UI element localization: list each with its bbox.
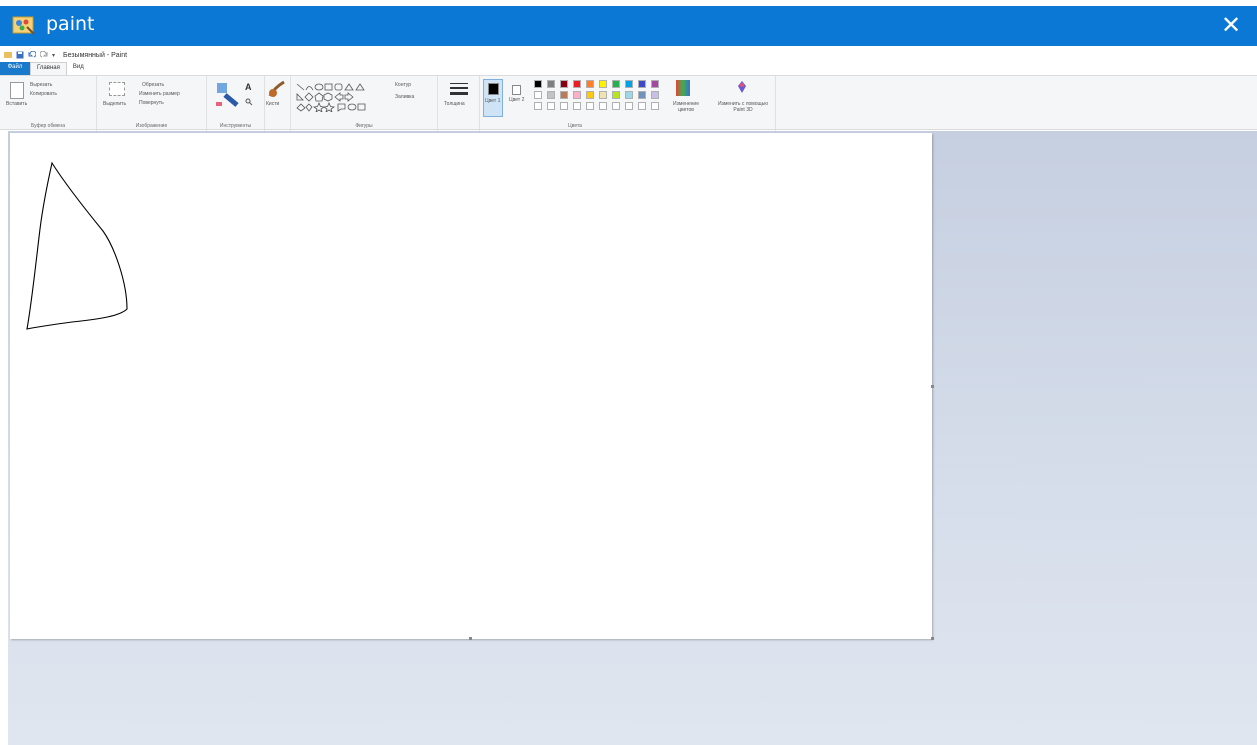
custom-palette-swatch[interactable] xyxy=(625,102,633,110)
clipboard-group: Вставить Вырезать Копировать Буфер обмен… xyxy=(0,76,97,131)
colors-group: Цвет 1 Цвет 2 Изменение цветов Изменить … xyxy=(480,76,776,131)
text-tool-icon[interactable]: A xyxy=(245,82,252,92)
canvas-resize-handle-right[interactable] xyxy=(931,385,934,388)
shapes-group: Контур Заливка Фигуры xyxy=(291,76,438,131)
save-icon[interactable] xyxy=(16,51,24,59)
tools-group: A Инструменты xyxy=(207,76,265,131)
color-palette xyxy=(534,80,668,116)
tools-group-label: Инструменты xyxy=(219,123,252,129)
paint3d-button[interactable]: Изменить с помощью Paint 3D xyxy=(713,101,773,113)
custom-palette-swatch[interactable] xyxy=(612,102,620,110)
palette-swatch[interactable] xyxy=(638,91,646,99)
image-group: Выделить Обрезать Изменить размер Поверн… xyxy=(97,76,207,131)
canvas-resize-handle-corner[interactable] xyxy=(931,637,934,640)
copy-button[interactable]: Копировать xyxy=(30,91,57,97)
select-button[interactable]: Выделить xyxy=(103,101,126,107)
window-title: paint xyxy=(46,13,95,35)
color2-label: Цвет 2 xyxy=(509,97,525,103)
tab-view[interactable]: Вид xyxy=(67,62,90,75)
brushes-group: Кисти xyxy=(265,76,291,131)
palette-swatch[interactable] xyxy=(612,80,620,88)
palette-swatch[interactable] xyxy=(560,91,568,99)
paint-app-icon xyxy=(12,16,35,35)
color2-button[interactable]: Цвет 2 xyxy=(508,79,528,117)
undo-icon[interactable] xyxy=(28,51,36,59)
colors-group-label: Цвета xyxy=(568,123,582,129)
palette-swatch[interactable] xyxy=(625,80,633,88)
tab-home[interactable]: Главная xyxy=(30,62,67,75)
resize-button[interactable]: Изменить размер xyxy=(139,91,180,97)
redo-icon[interactable] xyxy=(40,51,48,59)
rotate-button[interactable]: Повернуть xyxy=(139,100,164,106)
shapes-gallery[interactable] xyxy=(295,82,387,112)
size-group: Толщина xyxy=(438,76,480,131)
palette-swatch[interactable] xyxy=(534,91,542,99)
quick-access-toolbar: ▾ Безымянный - Paint xyxy=(4,48,604,62)
color1-label: Цвет 1 xyxy=(485,98,501,104)
paste-button[interactable]: Вставить xyxy=(6,101,27,107)
custom-palette-swatch[interactable] xyxy=(547,102,555,110)
document-title: Безымянный - Paint xyxy=(63,51,128,59)
canvas-drawing xyxy=(26,161,128,330)
palette-swatch[interactable] xyxy=(651,91,659,99)
color1-button[interactable]: Цвет 1 xyxy=(483,79,503,117)
ribbon-tabs: Файл Главная Вид xyxy=(0,62,1257,75)
paint-window: paint ✕ ▾ Безымянный - Paint Файл Главна… xyxy=(0,0,1257,745)
select-icon[interactable] xyxy=(109,82,125,96)
custom-palette-swatch[interactable] xyxy=(534,102,542,110)
brush-icon[interactable] xyxy=(268,80,288,98)
shapes-group-label: Фигуры xyxy=(355,123,373,129)
crop-button[interactable]: Обрезать xyxy=(142,82,164,88)
custom-palette-swatch[interactable] xyxy=(638,102,646,110)
tab-file[interactable]: Файл xyxy=(0,62,30,75)
palette-swatch[interactable] xyxy=(547,80,555,88)
eraser-icon[interactable] xyxy=(215,100,223,108)
paint-small-icon xyxy=(4,52,12,58)
palette-swatch[interactable] xyxy=(651,80,659,88)
size-button[interactable]: Толщина xyxy=(444,101,465,107)
image-group-label: Изображение xyxy=(135,123,168,129)
line-size-icon[interactable] xyxy=(450,82,468,96)
drawing-canvas[interactable] xyxy=(10,133,932,639)
canvas-resize-handle-bottom[interactable] xyxy=(469,637,472,640)
qat-customize-icon[interactable]: ▾ xyxy=(52,52,55,59)
edit-colors-icon[interactable] xyxy=(676,80,690,96)
hand-drawn-stroke xyxy=(26,161,128,330)
cut-button[interactable]: Вырезать xyxy=(30,82,52,88)
custom-palette-swatch[interactable] xyxy=(560,102,568,110)
palette-swatch[interactable] xyxy=(534,80,542,88)
brushes-button[interactable]: Кисти xyxy=(266,101,279,107)
window-left-edge xyxy=(0,131,8,745)
palette-swatch[interactable] xyxy=(573,91,581,99)
palette-swatch[interactable] xyxy=(625,91,633,99)
title-bar: paint ✕ xyxy=(0,6,1257,46)
color2-swatch xyxy=(512,85,521,95)
paint3d-icon[interactable] xyxy=(736,80,748,94)
edit-colors-button[interactable]: Изменение цветов xyxy=(666,101,706,113)
custom-palette-swatch[interactable] xyxy=(586,102,594,110)
paste-icon[interactable] xyxy=(10,82,24,99)
custom-palette-swatch[interactable] xyxy=(599,102,607,110)
ribbon: Вставить Вырезать Копировать Буфер обмен… xyxy=(0,75,1257,131)
palette-swatch[interactable] xyxy=(573,80,581,88)
palette-swatch[interactable] xyxy=(599,80,607,88)
palette-swatch[interactable] xyxy=(638,80,646,88)
fill-button[interactable]: Заливка xyxy=(395,94,414,100)
clipboard-group-label: Буфер обмена xyxy=(31,123,65,129)
custom-palette-swatch[interactable] xyxy=(651,102,659,110)
close-button[interactable]: ✕ xyxy=(1215,10,1247,42)
custom-palette-swatch[interactable] xyxy=(573,102,581,110)
color1-swatch xyxy=(488,83,499,95)
palette-swatch[interactable] xyxy=(547,91,555,99)
palette-swatch[interactable] xyxy=(560,80,568,88)
palette-swatch[interactable] xyxy=(599,91,607,99)
outline-button[interactable]: Контур xyxy=(395,82,411,88)
magnifier-icon[interactable] xyxy=(245,98,253,106)
palette-swatch[interactable] xyxy=(586,91,594,99)
palette-swatch[interactable] xyxy=(612,91,620,99)
palette-swatch[interactable] xyxy=(586,80,594,88)
